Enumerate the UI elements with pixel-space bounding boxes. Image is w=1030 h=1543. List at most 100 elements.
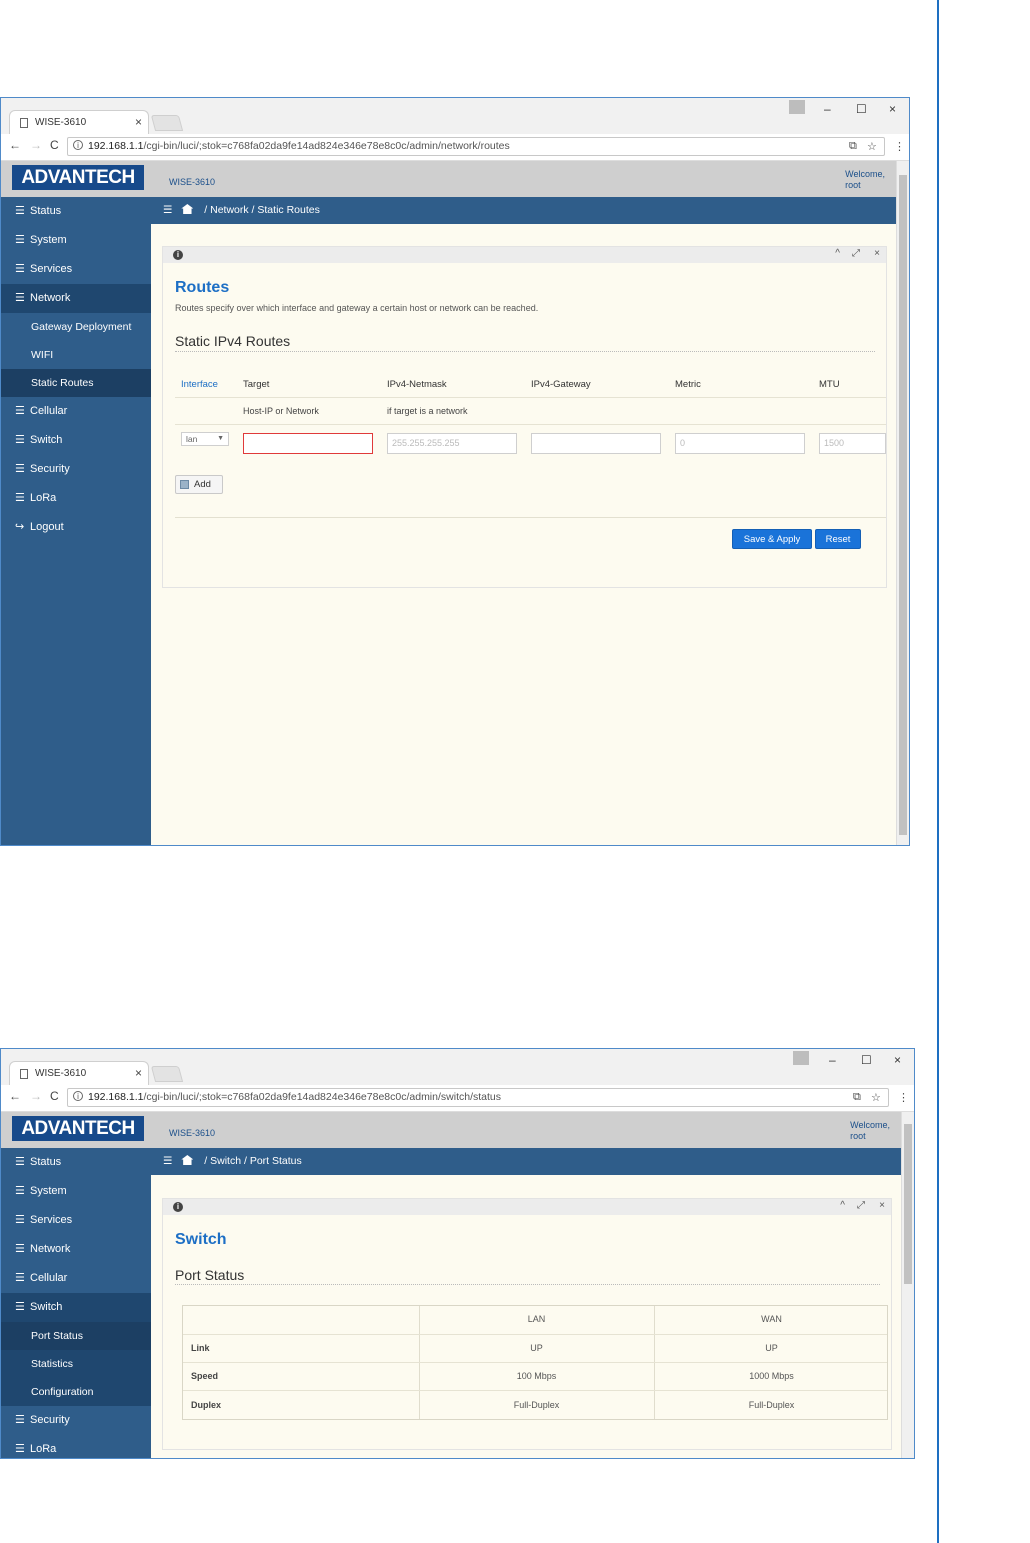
interface-select[interactable]: lan ▼ [181,432,229,446]
netmask-input[interactable]: 255.255.255.255 [387,433,517,454]
reload-icon[interactable]: C [50,138,59,152]
page-description: Routes specify over which interface and … [175,303,539,313]
routes-panel: i ^ ⤢ × Routes Routes specify over which… [162,246,887,588]
save-apply-button[interactable]: Save & Apply [732,529,812,549]
sidebar-sub-static-routes[interactable]: Static Routes [1,369,151,397]
lan-speed-value: 100 Mbps [516,1371,557,1381]
sidebar-item-cellular[interactable]: ☰ Cellular [1,1264,151,1293]
sidebar-sub-gateway-deployment[interactable]: Gateway Deployment [1,313,151,341]
menu-kebab-icon[interactable]: ⋮ [894,140,905,153]
expand-icon[interactable]: ⤢ [852,248,860,259]
translate-icon[interactable]: ⧉ [853,1091,861,1104]
url-input[interactable]: i 192.168.1.1/cgi-bin/luci/;stok=c768fa0… [67,137,885,156]
sidebar-item-lora[interactable]: ☰ LoRa [1,1435,151,1458]
sidebar-item-network[interactable]: ☰ Network [1,284,151,313]
reload-icon[interactable]: C [50,1089,59,1103]
back-icon[interactable]: ← [9,1089,21,1103]
switch-panel: i ^ ⤢ × Switch Port Status LAN WAN Link … [162,1198,892,1450]
row-divider [175,424,886,425]
mtu-input[interactable]: 1500 [819,433,886,454]
maximize-icon[interactable]: ☐ [861,1053,872,1067]
sidebar-item-status[interactable]: ☰ Status [1,197,151,226]
sidebar-item-switch[interactable]: ☰ Switch [1,426,151,455]
metric-input[interactable]: 0 [675,433,805,454]
sidebar-item-system[interactable]: ☰ System [1,1177,151,1206]
info-icon[interactable]: i [73,140,83,150]
scrollbar[interactable] [896,161,909,845]
sidebar-sub-port-status[interactable]: Port Status [1,1322,151,1350]
window-close-icon[interactable]: × [894,1053,901,1067]
scrollbar-thumb[interactable] [904,1124,912,1284]
gateway-input[interactable] [531,433,661,454]
browser-tab[interactable]: WISE-3610 × [9,1061,149,1085]
bookmark-star-icon[interactable]: ☆ [867,140,877,153]
info-icon[interactable]: i [73,1091,83,1101]
sidebar-item-security[interactable]: ☰ Security [1,1406,151,1435]
breadcrumb-section[interactable]: Switch [210,1155,241,1167]
maximize-icon[interactable]: ☐ [856,102,867,116]
sidebar-item-services[interactable]: ☰ Services [1,255,151,284]
menu-list-icon: ☰ [15,463,25,475]
wan-speed-value: 1000 Mbps [749,1371,794,1381]
info-icon: i [173,1202,183,1212]
bookmark-star-icon[interactable]: ☆ [871,1091,881,1104]
menu-list-icon: ☰ [15,1443,25,1455]
profile-icon[interactable] [789,100,805,114]
sidebar-item-services[interactable]: ☰ Services [1,1206,151,1235]
window-close-icon[interactable]: × [889,102,896,116]
back-icon[interactable]: ← [9,138,21,152]
minimize-icon[interactable]: – [829,1053,836,1067]
translate-icon[interactable]: ⧉ [849,140,857,153]
device-hostname: WISE-3610 [169,1128,216,1138]
minimize-icon[interactable]: – [824,102,831,116]
port-status-table: LAN WAN Link UP UP Speed 100 Mbps 1000 M… [182,1305,888,1420]
collapse-icon[interactable]: ^ [840,1200,845,1211]
target-hint: Host-IP or Network [243,406,319,416]
expand-icon[interactable]: ⤢ [857,1200,865,1211]
sidebar-item-status[interactable]: ☰ Status [1,1148,151,1177]
advantech-logo[interactable]: ADVANTECH [12,165,144,190]
column-metric: Metric [675,379,701,390]
welcome-label: Welcome, [850,1120,890,1130]
home-icon[interactable] [181,204,194,214]
sidebar-item-system[interactable]: ☰ System [1,226,151,255]
sidebar-item-network[interactable]: ☰ Network [1,1235,151,1264]
sidebar-sub-wifi[interactable]: WIFI [1,341,151,369]
username: root [845,180,861,190]
advantech-logo[interactable]: ADVANTECH [12,1116,144,1141]
target-input[interactable] [243,433,373,454]
add-route-button[interactable]: Add [175,475,223,494]
profile-icon[interactable] [793,1051,809,1065]
tab-close-icon[interactable]: × [135,115,142,129]
scrollbar-thumb[interactable] [899,175,907,835]
scrollbar[interactable] [901,1112,914,1458]
reset-button[interactable]: Reset [815,529,861,549]
url-path: /cgi-bin/luci/;stok=c768fa02da9fe14ad824… [143,1091,502,1103]
menu-list-icon: ☰ [15,205,25,217]
forward-icon[interactable]: → [30,138,42,152]
sidebar-item-cellular[interactable]: ☰ Cellular [1,397,151,426]
home-icon[interactable] [181,1155,194,1165]
browser-window-switch: WISE-3610 × – ☐ × ← → C i 192.168.1.1/cg… [0,1048,915,1459]
panel-close-icon[interactable]: × [874,248,880,259]
sidebar-sub-statistics[interactable]: Statistics [1,1350,151,1378]
sidebar-sub-configuration[interactable]: Configuration [1,1378,151,1406]
sidebar-item-switch[interactable]: ☰ Switch [1,1293,151,1322]
menu-kebab-icon[interactable]: ⋮ [898,1091,909,1104]
breadcrumb-section[interactable]: Network [210,204,249,216]
browser-tab[interactable]: WISE-3610 × [9,110,149,134]
sidebar-item-logout[interactable]: ↪ Logout [1,513,151,542]
new-tab-button[interactable] [150,115,184,131]
forward-icon[interactable]: → [30,1089,42,1103]
new-tab-button[interactable] [150,1066,184,1082]
url-input[interactable]: i 192.168.1.1/cgi-bin/luci/;stok=c768fa0… [67,1088,889,1107]
panel-close-icon[interactable]: × [879,1200,885,1211]
welcome-user: Welcome, root [845,169,885,191]
sidebar-toggle-icon[interactable]: ☰ [163,1155,172,1167]
sidebar-item-security[interactable]: ☰ Security [1,455,151,484]
url-host: 192.168.1.1 [88,1091,144,1103]
tab-close-icon[interactable]: × [135,1066,142,1080]
sidebar-item-lora[interactable]: ☰ LoRa [1,484,151,513]
sidebar-toggle-icon[interactable]: ☰ [163,204,172,216]
collapse-icon[interactable]: ^ [835,248,840,259]
